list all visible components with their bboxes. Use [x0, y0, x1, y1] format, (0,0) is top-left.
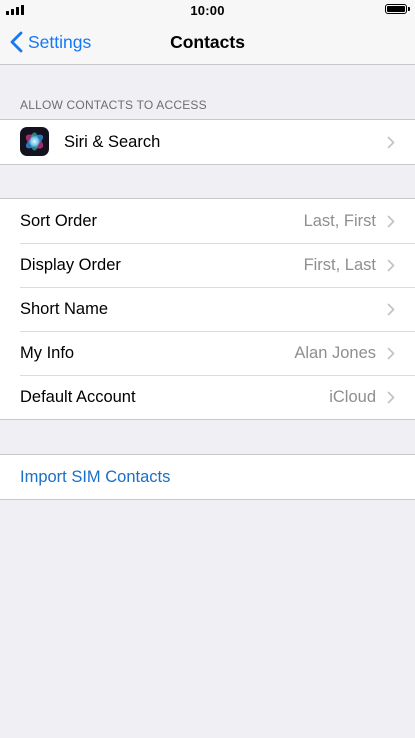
my-info-row[interactable]: My Info Alan Jones — [0, 331, 415, 375]
siri-search-label: Siri & Search — [64, 132, 161, 151]
siri-icon — [20, 127, 49, 156]
back-button-label: Settings — [28, 31, 92, 52]
chevron-right-icon — [387, 259, 395, 272]
display-order-value: First, Last — [303, 255, 376, 274]
chevron-left-icon — [10, 31, 23, 53]
display-order-row[interactable]: Display Order First, Last — [0, 243, 415, 287]
sort-order-value: Last, First — [303, 211, 376, 230]
import-sim-contacts-button[interactable]: Import SIM Contacts — [0, 455, 415, 499]
chevron-right-icon — [387, 136, 395, 149]
import-sim-contacts-label: Import SIM Contacts — [20, 467, 171, 486]
display-order-label: Display Order — [20, 255, 121, 274]
contacts-settings-group: Sort Order Last, First Display Order Fir… — [0, 198, 415, 420]
import-group: Import SIM Contacts — [0, 454, 415, 500]
default-account-value: iCloud — [329, 387, 376, 406]
status-bar: 10:00 — [0, 0, 415, 20]
chevron-right-icon — [387, 391, 395, 404]
short-name-row[interactable]: Short Name — [0, 287, 415, 331]
sort-order-label: Sort Order — [20, 211, 98, 230]
sort-order-row[interactable]: Sort Order Last, First — [0, 199, 415, 243]
chevron-right-icon — [387, 347, 395, 360]
battery-icon — [385, 4, 410, 14]
chevron-right-icon — [387, 215, 395, 228]
my-info-label: My Info — [20, 343, 75, 362]
default-account-label: Default Account — [20, 387, 136, 406]
chevron-right-icon — [387, 303, 395, 316]
siri-search-row[interactable]: Siri & Search — [0, 120, 415, 164]
allow-access-group: Siri & Search — [0, 119, 415, 165]
status-time: 10:00 — [190, 3, 225, 18]
short-name-label: Short Name — [20, 299, 109, 318]
back-button[interactable]: Settings — [10, 20, 91, 64]
default-account-row[interactable]: Default Account iCloud — [0, 375, 415, 419]
my-info-value: Alan Jones — [294, 343, 376, 362]
section-header-allow-access: ALLOW CONTACTS TO ACCESS — [20, 98, 207, 112]
navigation-bar: Settings Contacts — [0, 20, 415, 65]
